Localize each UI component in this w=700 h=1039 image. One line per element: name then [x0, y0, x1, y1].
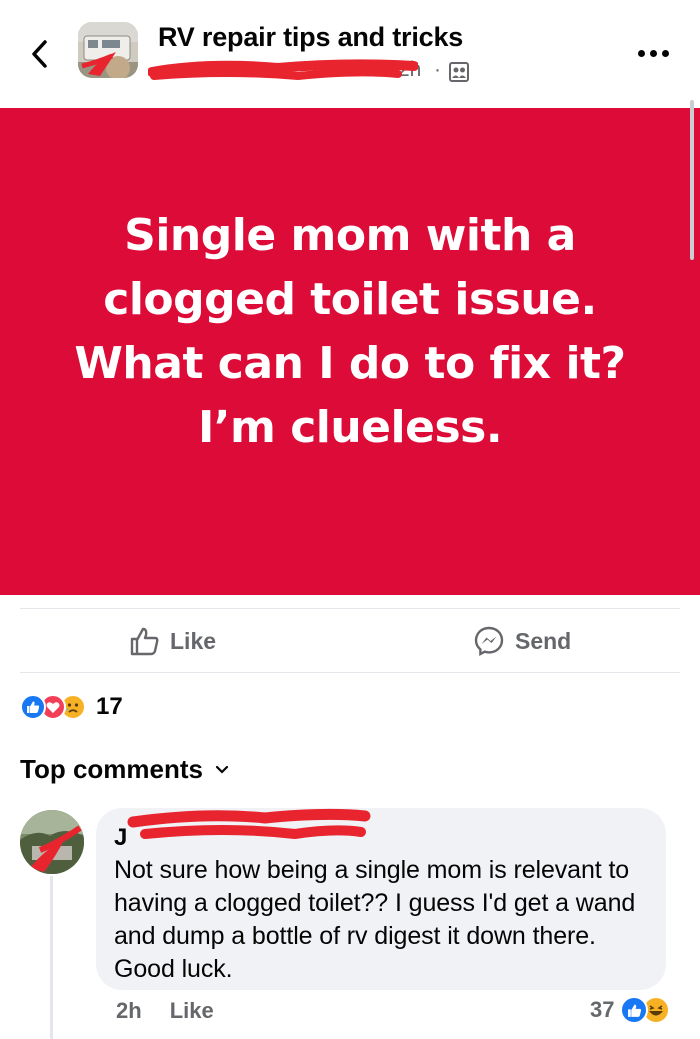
post-header: RV repair tips and tricks 2h · [0, 0, 700, 108]
reaction-count: 17 [96, 693, 123, 720]
comment-reactions[interactable]: 37 [590, 996, 671, 1024]
scrollbar[interactable] [690, 100, 694, 260]
comment-like-button[interactable]: Like [170, 998, 214, 1024]
comment-time: 2h [116, 998, 142, 1023]
group-name[interactable]: RV repair tips and tricks [158, 22, 463, 53]
more-dot [637, 49, 645, 57]
commenter-avatar[interactable] [20, 810, 84, 874]
comment-reaction-count: 37 [590, 997, 615, 1022]
back-button[interactable] [20, 34, 60, 74]
more-dot [661, 49, 669, 57]
thumbs-up-icon [130, 627, 159, 656]
post-text: Single mom with a clogged toilet issue. … [74, 209, 626, 453]
messenger-icon [474, 626, 504, 657]
like-reaction-icon [20, 694, 46, 720]
send-label: Send [515, 627, 572, 654]
divider [20, 608, 680, 609]
group-avatar[interactable] [78, 22, 138, 78]
reply-thread-line [50, 876, 53, 1039]
like-label: Like [170, 627, 217, 654]
redaction-mark [148, 59, 418, 81]
send-button[interactable]: Send [473, 620, 571, 662]
comment-sort-dropdown[interactable]: Top comments [20, 754, 229, 785]
comment-sort-label: Top comments [20, 754, 203, 784]
more-dot [649, 49, 657, 57]
meta-separator: · [434, 58, 441, 81]
post-text-banner: Single mom with a clogged toilet issue. … [0, 108, 700, 595]
post-reactions[interactable]: 17 [20, 692, 123, 722]
chevron-left-icon [32, 40, 47, 68]
group-privacy-icon [448, 61, 470, 89]
chevron-down-icon [215, 765, 229, 774]
divider [20, 672, 680, 673]
comment-meta: 2h Like [116, 998, 214, 1024]
redaction-mark [127, 808, 371, 840]
like-button[interactable]: Like [128, 620, 216, 662]
comment-text: Not sure how being a single mom is relev… [114, 856, 636, 983]
more-options-button[interactable] [628, 38, 678, 68]
